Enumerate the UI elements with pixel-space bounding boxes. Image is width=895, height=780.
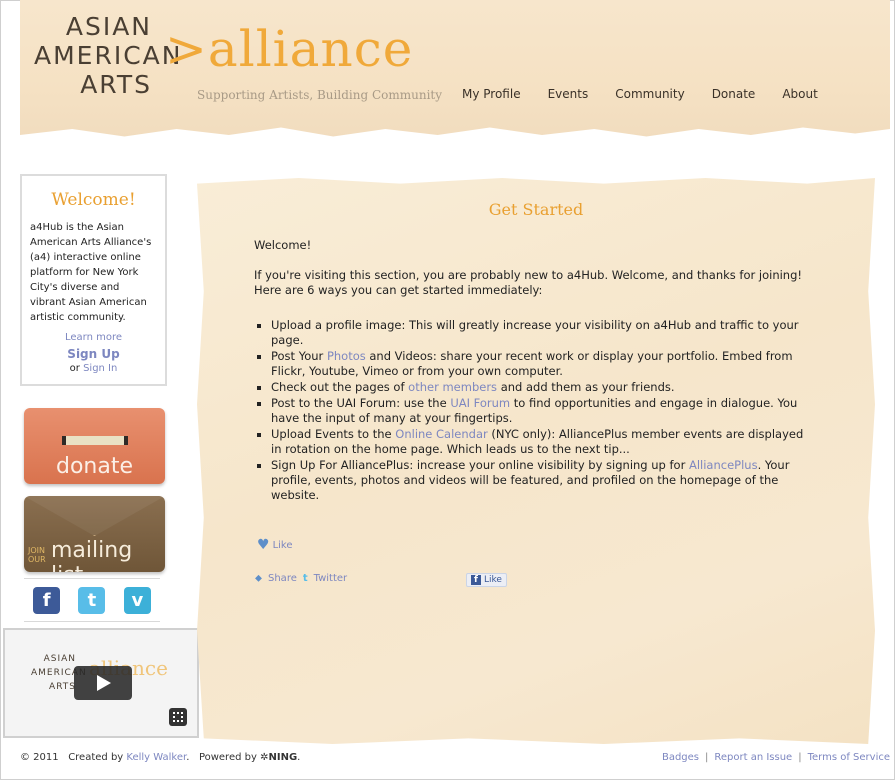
item-text: Sign Up For AlliancePlus: increase your …	[271, 458, 689, 472]
social-links: f t v	[24, 578, 160, 622]
share-icon: ⬥	[255, 573, 262, 584]
sign-in-link[interactable]: Sign In	[83, 363, 117, 374]
twitter-link[interactable]: Twitter	[314, 573, 348, 584]
mailing-list-button[interactable]: JOIN OUR mailing list	[24, 496, 165, 572]
nav-events[interactable]: Events	[548, 87, 589, 101]
nav-donate[interactable]: Donate	[712, 87, 756, 101]
main-nav: My Profile Events Community Donate About	[462, 87, 845, 101]
divider: |	[798, 752, 802, 763]
badges-link[interactable]: Badges	[662, 752, 699, 763]
item-text: Post to the UAI Forum: use the	[271, 396, 451, 410]
sign-in-line: or Sign In	[30, 363, 157, 374]
list-item: Sign Up For AlliancePlus: increase your …	[271, 458, 814, 503]
other-members-link[interactable]: other members	[408, 380, 497, 394]
logo-line: ARTS	[80, 70, 152, 99]
video-logo-line: ASIAN	[43, 654, 76, 664]
share-row: ⬥ Share t Twitter	[255, 573, 353, 584]
item-text: Upload Events to the	[271, 427, 396, 441]
author-link[interactable]: Kelly Walker	[126, 752, 186, 763]
logo-line: ASIAN	[65, 12, 152, 41]
report-issue-link[interactable]: Report an Issue	[714, 752, 792, 763]
logo-line: AMERICAN	[34, 41, 183, 70]
nav-about[interactable]: About	[782, 87, 817, 101]
video-logo-line: ARTS	[49, 682, 76, 692]
page-title: Get Started	[488, 200, 584, 219]
ning-link[interactable]: NING	[268, 752, 297, 763]
item-text: and add them as your friends.	[497, 380, 675, 394]
donate-label: donate	[55, 454, 133, 479]
heart-icon: ♥	[257, 537, 270, 553]
envelope-icon	[24, 496, 165, 536]
facebook-like-button[interactable]: f Like	[466, 573, 507, 587]
vimeo-icon[interactable]: v	[123, 586, 151, 614]
divider: |	[705, 752, 709, 763]
main-content: Welcome! If you're visiting this section…	[254, 238, 814, 504]
video-logo-line: AMERICAN	[31, 668, 87, 678]
mail-join-text: JOIN OUR	[28, 546, 46, 564]
intro-text: If you're visiting this section, you are…	[254, 268, 803, 297]
item-text: Post Your	[271, 349, 327, 363]
footer-links: Badges | Report an Issue | Terms of Service	[662, 752, 890, 763]
fullscreen-icon[interactable]	[169, 708, 187, 726]
list-item: Post to the UAI Forum: use the UAI Forum…	[271, 396, 814, 426]
facebook-icon[interactable]: f	[33, 586, 61, 614]
nav-community[interactable]: Community	[615, 87, 684, 101]
sign-up-link[interactable]: Sign Up	[30, 347, 157, 361]
tips-list: Upload a profile image: This will greatl…	[254, 318, 814, 503]
donate-button[interactable]: donate	[24, 408, 165, 484]
or-text: or	[69, 363, 80, 374]
mail-join-line: OUR	[28, 555, 46, 564]
mailing-list-label: mailing list	[51, 538, 133, 572]
list-item: Post Your Photos and Videos: share your …	[271, 349, 814, 379]
welcome-text: a4Hub is the Asian American Arts Allianc…	[30, 222, 152, 323]
fb-like-label: Like	[484, 575, 502, 585]
list-item: Check out the pages of other members and…	[271, 380, 814, 395]
created-by-text: Created by	[68, 752, 124, 763]
allianceplus-link[interactable]: AlliancePlus	[689, 458, 758, 472]
powered-by-text: Powered by	[198, 752, 257, 763]
tagline: Supporting Artists, Building Community	[197, 88, 443, 102]
share-link[interactable]: Share	[268, 573, 297, 584]
item-text: Check out the pages of	[271, 380, 409, 394]
list-item: Upload Events to the Online Calendar (NY…	[271, 427, 814, 457]
terms-link[interactable]: Terms of Service	[808, 752, 890, 763]
greeting: Welcome!	[254, 238, 312, 252]
main-panel: Get Started Welcome! If you're visiting …	[197, 178, 875, 744]
learn-more-link[interactable]: Learn more	[30, 332, 157, 343]
facebook-small-icon: f	[471, 575, 481, 585]
video-player[interactable]: ASIAN AMERICAN ARTS alliance	[3, 628, 199, 738]
copyright: © 2011	[20, 752, 59, 763]
play-icon[interactable]	[74, 666, 132, 700]
like-button[interactable]: ♥ Like	[257, 537, 293, 553]
welcome-box: Welcome! a4Hub is the Asian American Art…	[20, 174, 167, 386]
nav-my-profile[interactable]: My Profile	[462, 87, 521, 101]
logo-alliance[interactable]: >alliance	[165, 20, 413, 78]
mail-join-line: JOIN	[28, 546, 45, 555]
list-item: Upload a profile image: This will greatl…	[271, 318, 814, 348]
photos-link[interactable]: Photos	[327, 349, 366, 363]
site-logo[interactable]: ASIAN AMERICAN ARTS	[34, 12, 183, 99]
uai-forum-link[interactable]: UAI Forum	[450, 396, 510, 410]
like-label: Like	[272, 539, 293, 551]
item-text: Upload a profile image: This will greatl…	[271, 318, 799, 347]
twitter-small-icon: t	[302, 573, 308, 584]
online-calendar-link[interactable]: Online Calendar	[395, 427, 487, 441]
twitter-icon[interactable]: t	[78, 586, 106, 614]
video-logo: ASIAN AMERICAN ARTS	[31, 652, 87, 694]
welcome-title: Welcome!	[51, 190, 136, 210]
footer-credits: © 2011 Created by Kelly Walker. Powered …	[20, 752, 301, 763]
donate-bill-icon	[62, 436, 128, 445]
